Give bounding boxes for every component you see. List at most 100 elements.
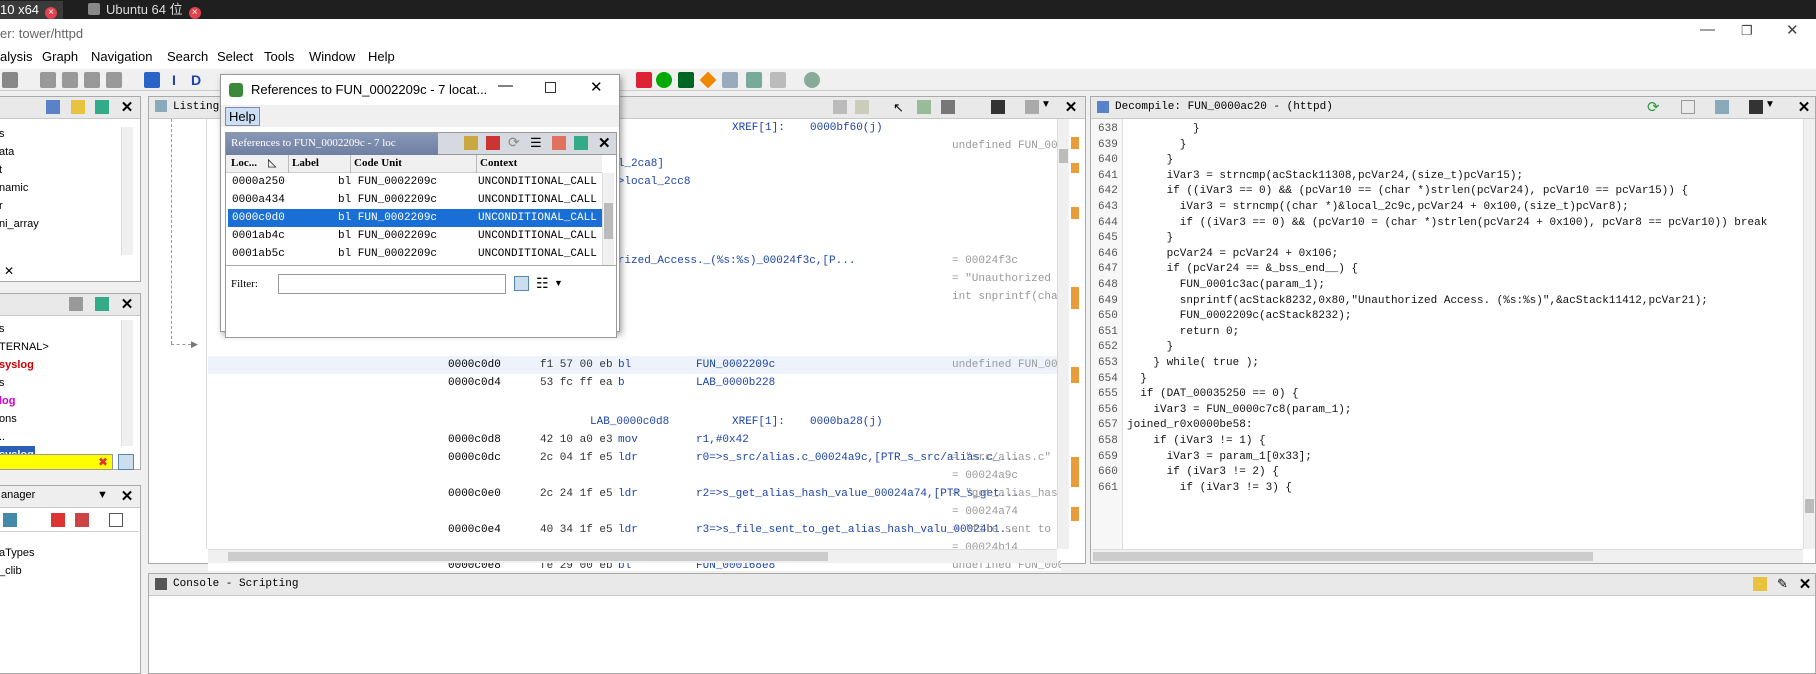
close-window-icon[interactable]: ✕ — [1786, 21, 1799, 39]
table-icon[interactable] — [722, 72, 738, 88]
filter-options-icon[interactable] — [514, 276, 529, 291]
decompile-code-line[interactable]: snprintf(acStack8232,0x80,"Unauthorized … — [1127, 295, 1708, 307]
column-header-location[interactable]: Loc... — [231, 157, 257, 169]
decompile-code-line[interactable]: if (iVar3 != 2) { — [1127, 466, 1279, 478]
close-icon[interactable]: ✕ — [0, 261, 19, 281]
decompile-code-line[interactable]: } — [1127, 373, 1147, 385]
home-icon[interactable] — [486, 136, 500, 150]
tree-item[interactable]: _clib — [0, 562, 34, 580]
column-header-code-unit[interactable]: Code Unit — [354, 157, 402, 169]
table-row[interactable]: 0000a250 bl FUN_0002209c UNCONDITIONAL_CAL… — [228, 173, 602, 191]
decompile-code-line[interactable]: } — [1127, 341, 1174, 353]
close-icon[interactable]: ✕ — [119, 295, 135, 313]
decompile-code-line[interactable]: return 0; — [1127, 326, 1239, 338]
close-dialog-icon[interactable]: ✕ — [590, 78, 603, 96]
snapshot-icon[interactable] — [95, 297, 109, 311]
camera-icon[interactable] — [991, 100, 1005, 114]
disassemble-icon[interactable] — [84, 72, 100, 88]
decompile-code-line[interactable]: iVar3 = strncmp((char *)&local_2c9c,pcVa… — [1127, 201, 1629, 213]
field-icon[interactable] — [917, 100, 931, 114]
decompile-code-line[interactable]: FUN_0001c3ac(param_1); — [1127, 279, 1325, 291]
close-icon[interactable]: ✕ — [119, 98, 135, 116]
list-icon[interactable]: ☰ — [530, 136, 542, 149]
code-address[interactable]: 0000c0e0 — [448, 488, 501, 500]
navigate-icon[interactable] — [2, 72, 18, 88]
scrollbar-thumb[interactable] — [228, 552, 828, 561]
maximize-icon[interactable] — [545, 82, 556, 93]
scrollbar[interactable] — [121, 320, 133, 446]
decompile-code-line[interactable]: } while( true ); — [1127, 357, 1259, 369]
decompile-code-line[interactable]: } — [1127, 154, 1174, 166]
memory-icon[interactable] — [746, 72, 762, 88]
tree-item[interactable]: s — [0, 320, 49, 338]
dropdown-icon[interactable]: ▼ — [1765, 99, 1775, 110]
vm-tab[interactable]: Ubuntu 64 位 × — [82, 1, 207, 19]
tree-item[interactable]: s — [0, 374, 49, 392]
save-icon[interactable] — [69, 297, 83, 311]
filter-input[interactable]: ✖ — [0, 454, 113, 470]
copy-icon[interactable] — [833, 100, 847, 114]
pencil-icon[interactable]: ✎ — [1777, 576, 1788, 592]
camera-icon[interactable] — [1749, 100, 1763, 114]
table-row[interactable]: 0000c0d0 bl FUN_0002209c UNCONDITIONAL_CAL… — [228, 209, 602, 227]
scrollbar-thumb[interactable] — [604, 203, 613, 239]
code-operand[interactable]: LAB_0000b228 — [696, 377, 775, 389]
decompile-code-line[interactable]: if (pcVar24 == &_bss_end__) { — [1127, 263, 1358, 275]
close-icon[interactable]: ✕ — [119, 487, 135, 505]
tree-item[interactable]: r — [0, 197, 39, 215]
script-icon[interactable] — [678, 72, 694, 88]
close-icon[interactable]: ✕ — [598, 134, 611, 152]
refresh-icon[interactable]: ⟳ — [508, 134, 520, 151]
decompile-code-line[interactable]: } — [1127, 232, 1174, 244]
delete-icon[interactable] — [552, 136, 566, 150]
disassemble-icon[interactable] — [62, 72, 78, 88]
code-address[interactable]: 0000c0dc — [448, 452, 501, 464]
filter-off-icon[interactable] — [75, 513, 89, 527]
scrollbar[interactable] — [1803, 119, 1815, 549]
decompile-code-line[interactable]: if (iVar3 != 3) { — [1127, 482, 1292, 494]
run-icon[interactable] — [656, 72, 672, 88]
tree-item[interactable]: ons — [0, 410, 49, 428]
dropdown-icon[interactable]: ▼ — [97, 489, 108, 501]
code-address[interactable]: 0000c0d8 — [448, 434, 501, 446]
vm-tab[interactable]: 10 x64 × — [0, 1, 64, 19]
decompile-code-area[interactable]: 638 } 639 } 640 } 641 iVar3 = strncmp(acSta… — [1091, 119, 1803, 549]
close-icon[interactable]: ✕ — [1797, 575, 1813, 593]
data-icon[interactable]: D — [188, 72, 204, 88]
xref-address[interactable]: 0000ba28(j) — [810, 416, 883, 428]
folder-icon[interactable] — [71, 100, 85, 114]
code-label[interactable]: LAB_0000c0d8 — [590, 416, 669, 428]
tree-item[interactable]: s — [0, 125, 39, 143]
disassemble-icon[interactable] — [106, 72, 122, 88]
scrollbar[interactable] — [121, 127, 133, 255]
filter-options-icon[interactable] — [118, 454, 134, 470]
menu-help[interactable]: Help — [368, 49, 395, 64]
tree-item[interactable]: syslog — [0, 356, 49, 374]
tree-item[interactable]: log — [0, 392, 49, 410]
menu-navigation[interactable]: Navigation — [91, 49, 152, 64]
decompile-code-line[interactable]: if (DAT_00035250 == 0) { — [1127, 388, 1298, 400]
arrow-icon[interactable] — [3, 513, 17, 527]
close-icon[interactable]: ✕ — [1063, 98, 1079, 116]
horizontal-scrollbar[interactable] — [1091, 549, 1803, 563]
layout-icon[interactable] — [1025, 100, 1039, 114]
snapshot-icon[interactable] — [574, 136, 588, 150]
decompile-code-line[interactable]: } — [1127, 139, 1187, 151]
code-address[interactable]: 0000c0d4 — [448, 377, 501, 389]
decompile-code-line[interactable]: FUN_0002209c(acStack8232); — [1127, 310, 1352, 322]
menu-window[interactable]: Window — [309, 49, 355, 64]
menu-graph[interactable]: Graph — [42, 49, 78, 64]
minimize-icon[interactable]: — — [498, 77, 513, 94]
tree-item[interactable]: TERNAL> — [0, 338, 49, 356]
cursor-icon[interactable]: ↖ — [893, 100, 904, 116]
tree-item[interactable]: namic — [0, 179, 39, 197]
menu-analysis[interactable]: alysis — [0, 49, 33, 64]
code-operand[interactable]: r1,#0x42 — [696, 434, 749, 446]
tree-icon[interactable] — [46, 100, 60, 114]
horizontal-scrollbar[interactable] — [208, 549, 1057, 563]
menu-search[interactable]: Search — [167, 49, 208, 64]
close-icon[interactable]: ✕ — [1796, 98, 1812, 116]
filter-icon[interactable] — [51, 513, 65, 527]
dropdown-icon[interactable]: ▼ — [1041, 99, 1051, 110]
options-icon[interactable] — [804, 72, 820, 88]
